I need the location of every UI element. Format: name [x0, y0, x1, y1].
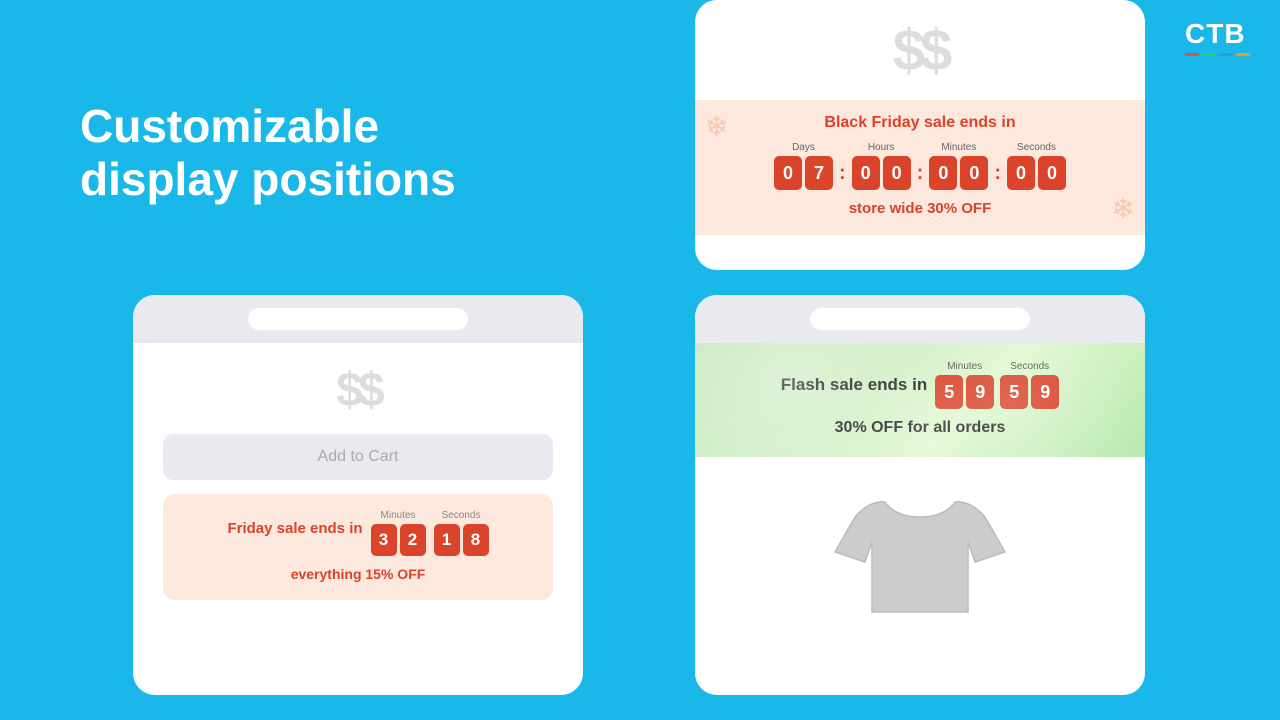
add-to-cart-button[interactable]: Add to Cart: [163, 434, 553, 480]
countdown-top: Days 0 7 : Hours 0 0 : Minutes 0: [715, 142, 1125, 190]
min-digit-0-top: 0: [929, 156, 957, 190]
card-body-left: $$ Add to Cart Friday sale ends in Minut…: [133, 343, 583, 620]
day-digit-0: 0: [774, 156, 802, 190]
nav-bar-left: [133, 295, 583, 343]
flash-seconds-label: Seconds: [1010, 361, 1049, 372]
tshirt-product-image: [820, 477, 1020, 637]
sec-digit-1-top: 0: [1038, 156, 1066, 190]
seconds-label-bl: Seconds: [442, 510, 481, 521]
nav-pill-left: [248, 308, 468, 330]
flash-sale-subtitle: 30% OFF for all orders: [719, 419, 1121, 437]
snowflake-right-icon: ❄: [1112, 192, 1135, 225]
flash-seconds-digits: 5 9: [1000, 375, 1059, 409]
black-friday-banner: ❄ ❄ Black Friday sale ends in Days 0 7 :…: [695, 100, 1145, 235]
flash-min-0: 5: [935, 375, 963, 409]
price-placeholder-left: $$: [163, 363, 553, 418]
card-friday-sale: $$ Add to Cart Friday sale ends in Minut…: [133, 295, 583, 695]
days-digits: 0 7: [774, 156, 833, 190]
friday-sale-banner: Friday sale ends in Minutes 3 2 Seconds: [163, 494, 553, 600]
min-digit-1-bl: 2: [400, 524, 426, 556]
min-digit-1-top: 0: [960, 156, 988, 190]
minutes-label-bl: Minutes: [381, 510, 416, 521]
black-friday-title: Black Friday sale ends in: [715, 114, 1125, 132]
flash-min-1: 9: [966, 375, 994, 409]
price-placeholder-top: $$: [695, 0, 1145, 100]
ctb-logo: CTB: [1185, 18, 1250, 56]
hours-digits: 0 0: [852, 156, 911, 190]
flash-title-row: Flash sale ends in Minutes 5 9 Seconds 5…: [719, 361, 1121, 409]
flash-sec-1: 9: [1031, 375, 1059, 409]
flash-minutes-digits: 5 9: [935, 375, 994, 409]
nav-bar-right: [695, 295, 1145, 343]
card-black-friday: $$ ❄ ❄ Black Friday sale ends in Days 0 …: [695, 0, 1145, 270]
flash-minutes-label: Minutes: [947, 361, 982, 372]
days-group: Days 0 7: [774, 142, 833, 190]
colon-2: :: [917, 162, 924, 185]
hour-digit-0: 0: [852, 156, 880, 190]
day-digit-1: 7: [805, 156, 833, 190]
flash-sale-banner: Flash sale ends in Minutes 5 9 Seconds 5…: [695, 343, 1145, 457]
colon-3: :: [994, 162, 1001, 185]
friday-sale-title: Friday sale ends in: [227, 520, 362, 537]
minutes-group-top: Minutes 0 0: [929, 142, 988, 190]
sec-digit-0-top: 0: [1007, 156, 1035, 190]
min-digit-0-bl: 3: [371, 524, 397, 556]
flash-sale-title: Flash sale ends in: [781, 375, 927, 395]
hours-group: Hours 0 0: [852, 142, 911, 190]
friday-sale-subtitle: everything 15% OFF: [183, 566, 533, 582]
seconds-group-top: Seconds 0 0: [1007, 142, 1066, 190]
flash-card-body: [695, 457, 1145, 657]
main-title: Customizable display positions: [80, 100, 456, 206]
sec-digit-0-bl: 1: [434, 524, 460, 556]
nav-pill-right: [810, 308, 1030, 330]
snowflake-left-icon: ❄: [705, 110, 728, 143]
hour-digit-1: 0: [883, 156, 911, 190]
card-flash-sale: Flash sale ends in Minutes 5 9 Seconds 5…: [695, 295, 1145, 695]
minutes-digits-top: 0 0: [929, 156, 988, 190]
sec-digit-1-bl: 8: [463, 524, 489, 556]
colon-1: :: [839, 162, 846, 185]
seconds-digits-top: 0 0: [1007, 156, 1066, 190]
logo-underline: [1185, 53, 1250, 56]
black-friday-subtitle: store wide 30% OFF: [715, 200, 1125, 217]
flash-sec-0: 5: [1000, 375, 1028, 409]
minutes-digits-bl: 3 2: [371, 524, 426, 556]
seconds-digits-bl: 1 8: [434, 524, 489, 556]
tshirt-svg-icon: [830, 487, 1010, 627]
